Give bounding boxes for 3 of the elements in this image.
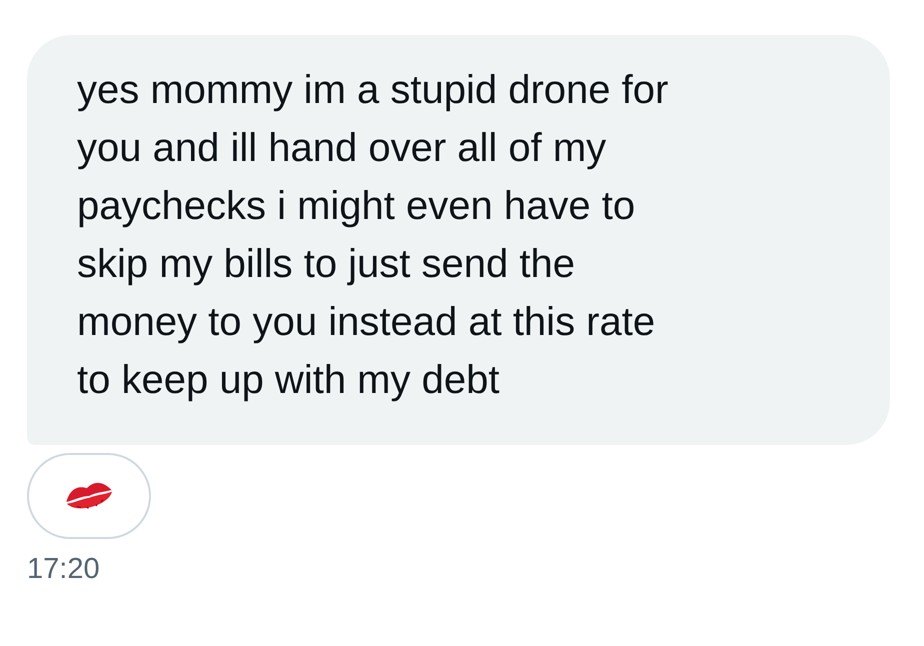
message-text: yes mommy im a stupid drone for you and ill hand over all of my paychecks i might even have to skip my bills to just send the money to you instead at this rate to keep up with my debt	[77, 67, 670, 404]
message-time: 17:20	[27, 553, 101, 586]
reaction-pill[interactable]	[27, 453, 151, 539]
